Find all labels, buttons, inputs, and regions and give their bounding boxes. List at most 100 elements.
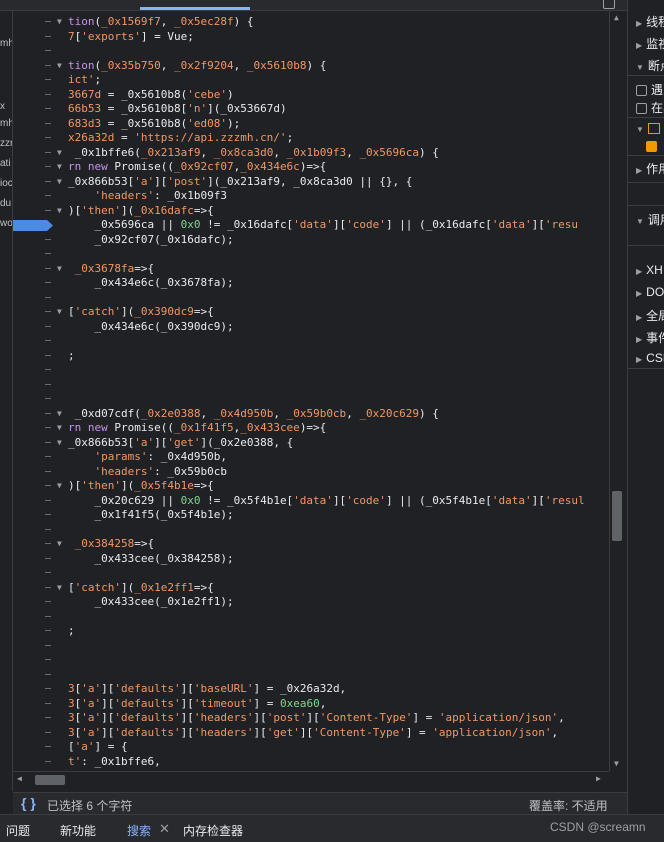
fold-arrow-icon[interactable]: ▼ [57, 146, 62, 161]
scroll-left-icon[interactable]: ◀ [17, 774, 22, 783]
code-editor[interactable]: ▼ tion(_0x1569f7, _0x5ec28f) {7['exports'… [13, 11, 609, 771]
sidebar-item[interactable]: 在异 [636, 99, 664, 116]
chevron-down-icon[interactable]: ▼ [636, 63, 644, 72]
pretty-print-icon[interactable]: { } [21, 795, 36, 811]
scroll-down-icon[interactable]: ▼ [614, 759, 619, 768]
fold-arrow-icon[interactable]: ▼ [57, 175, 62, 190]
code-line[interactable]: ['a'] = { [13, 740, 609, 755]
sidebar-item[interactable]: ▶ 监视 [636, 35, 664, 52]
code-line[interactable]: _0x434e6c(_0x3678fa); [13, 276, 609, 291]
navigator-item[interactable]: wo [0, 218, 12, 229]
line-marker[interactable] [45, 354, 51, 356]
chevron-right-icon[interactable]: ▶ [636, 355, 642, 364]
sidebar-item[interactable]: ▶ 作用 [636, 160, 664, 177]
code-line[interactable]: 7['exports'] = Vue; [13, 30, 609, 45]
code-line[interactable] [13, 639, 609, 654]
code-line[interactable]: 3['a']['defaults']['headers']['post']['C… [13, 711, 609, 726]
code-line[interactable]: ; [13, 624, 609, 639]
line-marker[interactable] [45, 325, 51, 327]
code-line[interactable]: t': _0x1bffe6, [13, 755, 609, 770]
line-marker[interactable] [45, 746, 51, 747]
line-marker[interactable] [45, 238, 51, 240]
navigator-item[interactable]: mh [0, 118, 12, 129]
scroll-right-icon[interactable]: ▶ [596, 774, 601, 783]
line-marker[interactable] [45, 601, 51, 602]
code-line[interactable]: ict'; [13, 73, 609, 88]
breakpoint-marker[interactable] [13, 220, 53, 231]
code-line[interactable]: ▼ rn new Promise((_0x1f41f5,_0x433cee)=>{ [13, 421, 609, 436]
navigator-item[interactable]: mh [0, 38, 12, 49]
code-line[interactable]: ▼ ['catch'](_0x1e2ff1=>{ [13, 581, 609, 596]
line-marker[interactable] [45, 485, 51, 486]
code-line[interactable]: ; [13, 349, 609, 364]
tab-issues[interactable]: 问题 [6, 822, 30, 839]
scroll-thumb[interactable] [35, 775, 65, 785]
code-line[interactable] [13, 566, 609, 581]
line-marker[interactable] [45, 21, 51, 22]
code-line[interactable] [13, 653, 609, 668]
code-line[interactable]: ▼ _0x384258=>{ [13, 537, 609, 552]
line-marker[interactable] [45, 108, 51, 109]
sidebar-item[interactable]: ▶ 全局 [636, 307, 664, 324]
fold-arrow-icon[interactable]: ▼ [57, 262, 62, 277]
code-line[interactable] [13, 334, 609, 349]
line-marker[interactable] [45, 586, 51, 588]
line-marker[interactable] [45, 412, 51, 414]
chevron-right-icon[interactable]: ▶ [636, 19, 642, 28]
checkbox-checked[interactable] [646, 141, 657, 153]
line-marker[interactable] [45, 441, 51, 443]
line-marker[interactable] [45, 398, 51, 399]
line-marker[interactable] [45, 64, 51, 66]
code-line[interactable]: 3['a']['defaults']['headers']['get']['Co… [13, 726, 609, 741]
sidebar-item[interactable]: ▼断点 [636, 57, 664, 74]
line-marker[interactable] [45, 50, 51, 51]
line-marker[interactable] [45, 209, 51, 211]
line-marker[interactable] [45, 180, 51, 182]
chevron-down-icon[interactable]: ▼ [636, 125, 644, 134]
code-line[interactable]: ▼ tion(_0x35b750, _0x2f9204, _0x5610b8) { [13, 59, 609, 74]
chevron-right-icon[interactable]: ▶ [636, 41, 642, 50]
vertical-scrollbar[interactable]: ▲ ▼ [609, 11, 625, 771]
chevron-right-icon[interactable]: ▶ [636, 313, 642, 322]
line-marker[interactable] [45, 659, 51, 660]
line-marker[interactable] [45, 427, 51, 428]
sidebar-item[interactable] [646, 139, 661, 153]
line-marker[interactable] [45, 470, 51, 472]
code-line[interactable]: _0x5696ca || 0x0 != _0x16dafc['data']['c… [13, 218, 609, 233]
code-line[interactable]: ▼ _0xd07cdf(_0x2e0388, _0x4d950b, _0x59b… [13, 407, 609, 422]
sidebar-item[interactable]: 遇到 [636, 81, 664, 98]
tab-whats-new[interactable]: 新功能 [60, 822, 96, 839]
line-marker[interactable] [45, 79, 51, 80]
fold-arrow-icon[interactable]: ▼ [57, 421, 62, 436]
code-line[interactable] [13, 247, 609, 262]
fold-arrow-icon[interactable]: ▼ [57, 537, 62, 552]
sidebar-item[interactable]: ▶ XH [636, 263, 663, 277]
navigator-item[interactable]: zzr [0, 138, 12, 149]
fold-arrow-icon[interactable]: ▼ [57, 436, 62, 451]
line-marker[interactable] [45, 267, 51, 269]
code-line[interactable]: ▼)['then'](_0x5f4b1e=>{ [13, 479, 609, 494]
line-marker[interactable] [45, 717, 51, 718]
fold-arrow-icon[interactable]: ▼ [57, 407, 62, 422]
sidebar-item[interactable]: ▶ CSP [636, 351, 664, 365]
code-line[interactable] [13, 392, 609, 407]
fold-arrow-icon[interactable]: ▼ [57, 581, 62, 596]
sidebar-item[interactable]: ▶ 线程 [636, 13, 664, 30]
fold-arrow-icon[interactable]: ▼ [57, 15, 62, 30]
code-line[interactable] [13, 44, 609, 59]
line-marker[interactable] [45, 93, 51, 95]
line-marker[interactable] [45, 673, 51, 675]
line-marker[interactable] [45, 151, 51, 153]
horizontal-scrollbar[interactable]: ◀ ▶ [13, 771, 609, 788]
navigator-item[interactable]: ati [0, 158, 11, 169]
code-line[interactable]: _0x92cf07(_0x16dafc); [13, 233, 609, 248]
fold-arrow-icon[interactable]: ▼ [57, 479, 62, 494]
line-marker[interactable] [45, 702, 51, 704]
code-line[interactable]: ▼ _0x866b53['a']['get'](_0x2e0388, { [13, 436, 609, 451]
code-line[interactable]: _0x1f41f5(_0x5f4b1e); [13, 508, 609, 523]
sidebar-item[interactable]: ▼ [636, 121, 660, 135]
sidebar-item[interactable]: ▶ 事件 [636, 329, 664, 346]
navigator-item[interactable]: x [0, 101, 5, 112]
code-line[interactable]: ▼ _0x1bffe6(_0x213af9, _0x8ca3d0, _0x1b0… [13, 146, 609, 161]
line-marker[interactable] [45, 311, 51, 312]
